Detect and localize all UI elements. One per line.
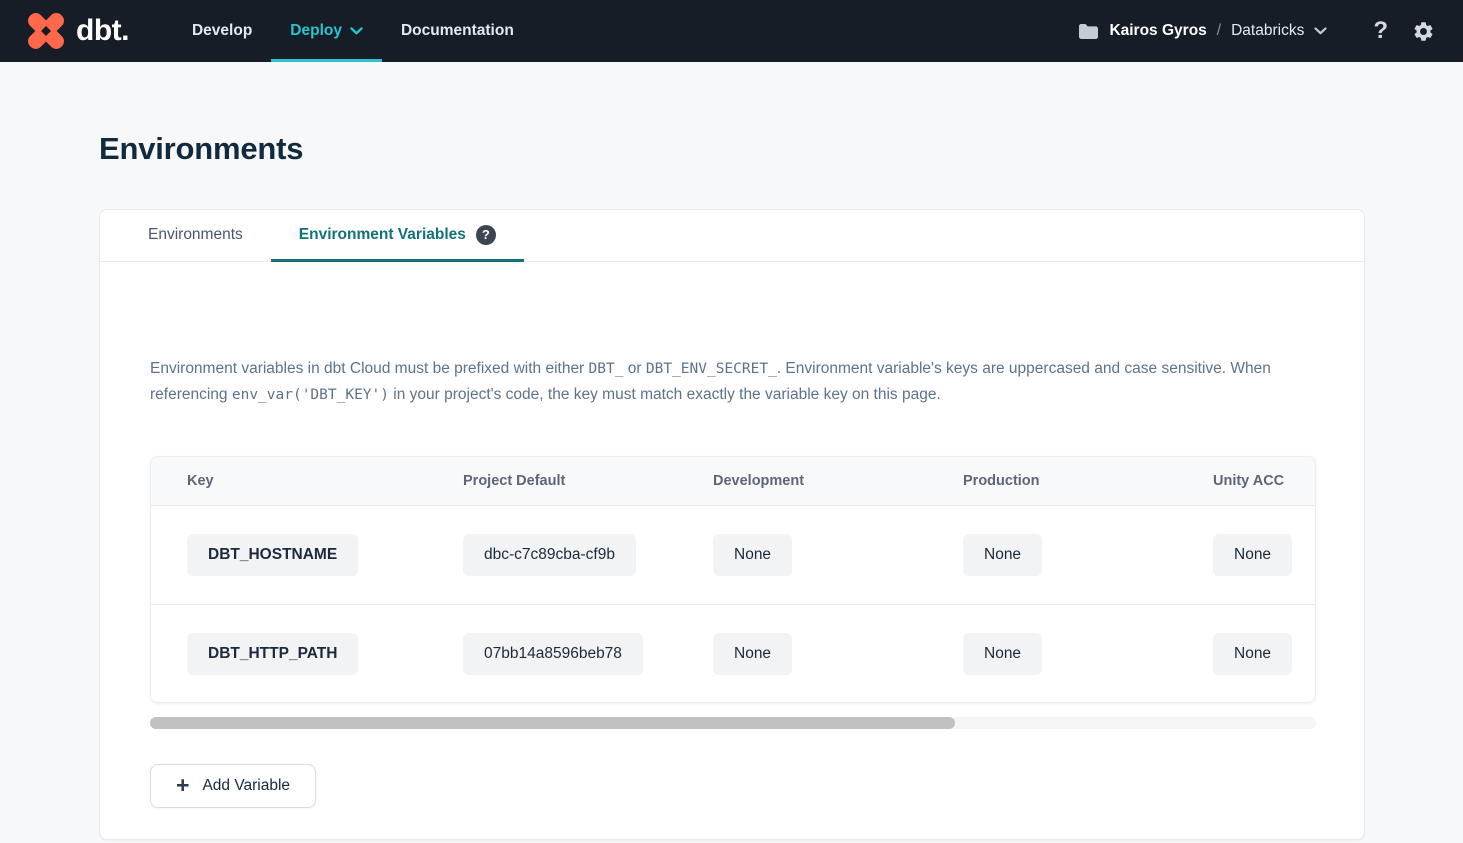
cell-project-default: 07bb14a8596beb78 xyxy=(427,633,677,675)
crumb-separator: / xyxy=(1217,22,1221,40)
column-header-unity-acc: Unity ACC xyxy=(1177,457,1315,505)
chevron-down-icon xyxy=(1314,27,1327,35)
help-button[interactable]: ? xyxy=(1363,19,1398,43)
unity-acc-value-chip[interactable]: None xyxy=(1213,633,1292,675)
table-row: DBT_HOSTNAME dbc-c7c89cba-cf9b None None… xyxy=(151,506,1315,604)
cell-development: None xyxy=(677,534,927,576)
cell-production: None xyxy=(927,633,1177,675)
chevron-down-icon xyxy=(350,27,363,35)
cell-unity-acc: None xyxy=(1177,534,1315,576)
nav-item-develop[interactable]: Develop xyxy=(173,0,271,62)
cell-development: None xyxy=(677,633,927,675)
cell-project-default: dbc-c7c89cba-cf9b xyxy=(427,534,677,576)
nav-item-deploy[interactable]: Deploy xyxy=(271,0,382,62)
settings-button[interactable] xyxy=(1408,20,1439,43)
add-variable-button[interactable]: + Add Variable xyxy=(150,764,316,808)
column-header-production: Production xyxy=(927,457,1177,505)
cell-key: DBT_HTTP_PATH xyxy=(151,633,427,675)
dbt-logo-icon xyxy=(25,10,67,52)
horizontal-scrollbar-track[interactable] xyxy=(150,717,1316,729)
unity-acc-value-chip[interactable]: None xyxy=(1213,534,1292,576)
nav-item-documentation[interactable]: Documentation xyxy=(382,0,533,62)
code-dbt-env-secret-prefix: DBT_ENV_SECRET_ xyxy=(646,361,777,377)
cell-unity-acc: None xyxy=(1177,633,1315,675)
column-header-project-default: Project Default xyxy=(427,457,677,505)
dbt-logo[interactable]: dbt. xyxy=(25,0,129,62)
tab-environment-variables[interactable]: Environment Variables ? xyxy=(271,210,524,262)
code-env-var-example: env_var('DBT_KEY') xyxy=(232,387,389,403)
plus-icon: + xyxy=(176,774,189,797)
question-mark-icon: ? xyxy=(1373,17,1388,44)
table-row: DBT_HTTP_PATH 07bb14a8596beb78 None None… xyxy=(151,604,1315,702)
add-variable-label: Add Variable xyxy=(202,777,290,795)
topnav-right: Kairos Gyros / Databricks ? xyxy=(1078,0,1439,62)
dbt-logo-text: dbt. xyxy=(76,14,129,48)
variable-key-chip[interactable]: DBT_HOSTNAME xyxy=(187,534,358,576)
development-value-chip[interactable]: None xyxy=(713,534,792,576)
primary-nav: Develop Deploy Documentation xyxy=(173,0,533,62)
tab-bar: Environments Environment Variables ? xyxy=(100,210,1364,262)
page-title: Environments xyxy=(99,128,1365,170)
project-default-chip[interactable]: 07bb14a8596beb78 xyxy=(463,633,643,675)
project-default-chip[interactable]: dbc-c7c89cba-cf9b xyxy=(463,534,636,576)
project-name: Kairos Gyros xyxy=(1109,22,1206,40)
folder-icon xyxy=(1078,23,1099,40)
production-value-chip[interactable]: None xyxy=(963,534,1042,576)
column-header-key: Key xyxy=(151,457,427,505)
card-body: Environment variables in dbt Cloud must … xyxy=(100,262,1364,839)
tab-environments[interactable]: Environments xyxy=(120,210,271,262)
variable-key-chip[interactable]: DBT_HTTP_PATH xyxy=(187,633,358,675)
environment-name: Databricks xyxy=(1231,22,1304,40)
top-navigation: dbt. Develop Deploy Documentation Kairos… xyxy=(0,0,1463,62)
column-header-development: Development xyxy=(677,457,927,505)
horizontal-scrollbar-thumb[interactable] xyxy=(150,717,955,729)
code-dbt-prefix: DBT_ xyxy=(589,361,624,377)
production-value-chip[interactable]: None xyxy=(963,633,1042,675)
table-header-row: Key Project Default Development Producti… xyxy=(151,457,1315,506)
environment-variables-table: Key Project Default Development Producti… xyxy=(150,456,1316,703)
page-content: Environments Environments Environment Va… xyxy=(0,62,1463,840)
env-var-description: Environment variables in dbt Cloud must … xyxy=(150,356,1314,408)
development-value-chip[interactable]: None xyxy=(713,633,792,675)
help-circle-icon[interactable]: ? xyxy=(476,225,496,245)
cell-key: DBT_HOSTNAME xyxy=(151,534,427,576)
gear-icon xyxy=(1412,20,1435,43)
project-selector[interactable]: Kairos Gyros / Databricks xyxy=(1078,22,1327,40)
environments-card: Environments Environment Variables ? Env… xyxy=(99,209,1365,840)
cell-production: None xyxy=(927,534,1177,576)
